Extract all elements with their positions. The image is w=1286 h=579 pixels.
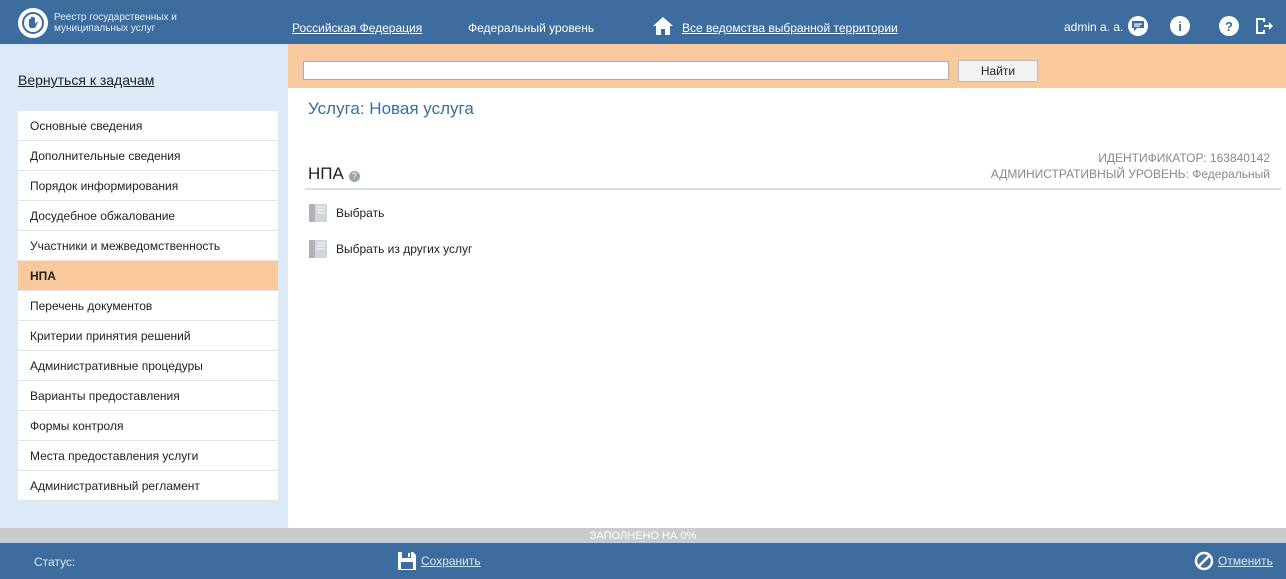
help-icon[interactable]: ?	[1219, 16, 1239, 36]
sidebar-item-criteria[interactable]: Критерии принятия решений	[18, 321, 278, 351]
save-button[interactable]: Сохранить	[397, 551, 481, 571]
save-label[interactable]: Сохранить	[421, 554, 481, 568]
top-bar: Реестр государственных и муниципальных у…	[0, 0, 1286, 44]
select-action-label[interactable]: Выбрать	[336, 206, 384, 220]
sidebar: Вернуться к задачам Основные сведения До…	[0, 44, 288, 528]
logo-emblem-icon	[18, 8, 48, 38]
select-action[interactable]: Выбрать	[308, 203, 384, 223]
logo[interactable]: Реестр государственных и муниципальных у…	[18, 8, 204, 38]
sidebar-item-npa[interactable]: НПА	[18, 261, 278, 291]
sidebar-item-control-forms[interactable]: Формы контроля	[18, 411, 278, 441]
nav-level[interactable]: Федеральный уровень	[468, 21, 594, 35]
user-name[interactable]: admin a. a.	[1064, 20, 1123, 34]
sidebar-item-places[interactable]: Места предоставления услуги	[18, 441, 278, 471]
search-input[interactable]	[303, 61, 949, 80]
save-icon	[398, 552, 416, 570]
section-divider	[305, 188, 1281, 190]
section-title: НПА ?	[308, 164, 360, 184]
section-title-text: НПА	[308, 164, 344, 183]
sidebar-item-documents[interactable]: Перечень документов	[18, 291, 278, 321]
progress-text: ЗАПОЛНЕНО НА 0%	[589, 530, 697, 542]
identifier-value: 163840142	[1209, 151, 1270, 165]
sidebar-item-variants[interactable]: Варианты предоставления	[18, 381, 278, 411]
info-icon[interactable]: i	[1170, 16, 1190, 36]
sidebar-menu: Основные сведения Дополнительные сведени…	[18, 111, 278, 501]
identifier-label: ИДЕНТИФИКАТОР:	[1098, 151, 1207, 165]
search-bar: Найти	[288, 44, 1286, 88]
cancel-icon	[1194, 551, 1214, 571]
help-question-icon[interactable]: ?	[348, 170, 360, 182]
sidebar-item-additional-info[interactable]: Дополнительные сведения	[18, 141, 278, 171]
home-icon[interactable]	[652, 16, 674, 36]
book-icon	[309, 204, 327, 222]
admin-level-row: АДМИНИСТРАТИВНЫЙ УРОВЕНЬ: Федеральный	[991, 166, 1270, 182]
page-title: Услуга: Новая услуга	[308, 99, 474, 118]
sidebar-item-participants[interactable]: Участники и межведомственность	[18, 231, 278, 261]
admin-level-value: Федеральный	[1192, 167, 1270, 181]
bottom-bar: Статус: Сохранить Отменить	[0, 543, 1286, 579]
chat-icon[interactable]	[1128, 16, 1148, 36]
logout-icon[interactable]	[1254, 16, 1274, 36]
sidebar-item-regulation[interactable]: Административный регламент	[18, 471, 278, 501]
sidebar-item-procedures[interactable]: Административные процедуры	[18, 351, 278, 381]
sidebar-item-appeal[interactable]: Досудебное обжалование	[18, 201, 278, 231]
select-from-other-services-label[interactable]: Выбрать из других услуг	[336, 242, 472, 256]
cancel-button[interactable]: Отменить	[1194, 551, 1273, 571]
cancel-label[interactable]: Отменить	[1218, 554, 1273, 568]
progress-bar: ЗАПОЛНЕНО НА 0%	[0, 528, 1286, 543]
nav-country-link[interactable]: Российская Федерация	[292, 21, 422, 35]
book-icon	[309, 240, 327, 258]
logo-text: Реестр государственных и муниципальных у…	[54, 12, 177, 34]
sidebar-item-basic-info[interactable]: Основные сведения	[18, 111, 278, 141]
back-to-tasks-link[interactable]: Вернуться к задачам	[18, 72, 154, 88]
sidebar-item-informing[interactable]: Порядок информирования	[18, 171, 278, 201]
identifier-row: ИДЕНТИФИКАТОР: 163840142	[991, 150, 1270, 166]
status-label: Статус:	[34, 555, 76, 569]
search-button[interactable]: Найти	[958, 60, 1038, 82]
nav-agencies-link[interactable]: Все ведомства выбранной территории	[682, 21, 898, 35]
admin-level-label: АДМИНИСТРАТИВНЫЙ УРОВЕНЬ:	[990, 167, 1189, 181]
service-meta: ИДЕНТИФИКАТОР: 163840142 АДМИНИСТРАТИВНЫ…	[991, 150, 1270, 182]
select-from-other-services-action[interactable]: Выбрать из других услуг	[308, 239, 472, 259]
